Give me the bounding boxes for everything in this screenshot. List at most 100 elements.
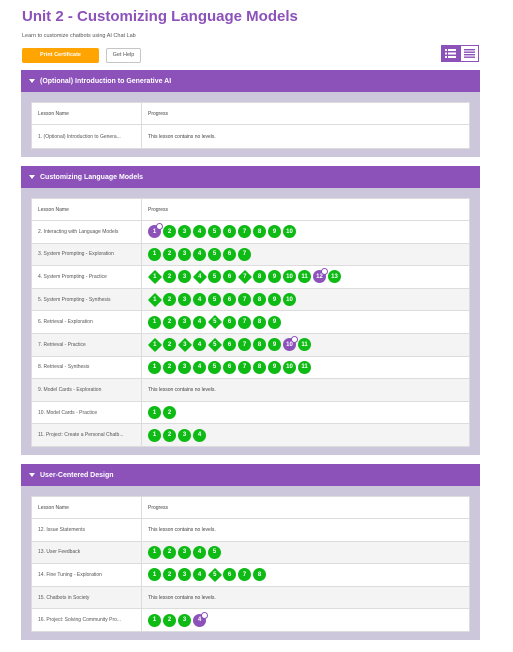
level-bubble[interactable]: 4 — [193, 338, 206, 352]
level-bubble[interactable]: 3 — [178, 225, 191, 239]
level-bubble[interactable]: 9 — [268, 270, 281, 284]
level-bubble[interactable]: 6 — [223, 270, 236, 284]
level-bubble[interactable]: 1 — [148, 613, 161, 627]
level-bubble[interactable]: 9 — [268, 225, 281, 239]
level-bubble[interactable]: 6 — [223, 360, 236, 374]
level-bubble[interactable]: 4 — [193, 225, 206, 239]
level-bubble[interactable]: 7 — [238, 293, 251, 307]
level-bubble[interactable]: 1 — [148, 428, 161, 442]
level-bubble[interactable]: 4 — [193, 247, 206, 261]
level-bubble[interactable]: 3 — [178, 360, 191, 374]
level-bubble[interactable]: 2 — [163, 338, 176, 352]
level-bubble[interactable]: 3 — [178, 315, 191, 329]
level-bubble[interactable]: 8 — [253, 225, 266, 239]
lesson-name[interactable]: 10. Model Cards - Practice — [31, 400, 142, 425]
level-bubble[interactable]: 3 — [178, 428, 191, 442]
level-diamond[interactable]: 4 — [192, 269, 207, 285]
level-diamond[interactable]: 3 — [177, 337, 192, 352]
level-bubble[interactable]: 5 — [208, 545, 221, 559]
level-bubble[interactable]: 1 — [148, 406, 161, 420]
level-bubble[interactable]: 4 — [193, 428, 206, 442]
summary-view-button[interactable] — [460, 45, 479, 62]
level-bubble[interactable]: 6 — [223, 568, 236, 582]
level-bubble[interactable]: 1 — [148, 360, 161, 374]
level-bubble[interactable]: 1 — [148, 315, 161, 329]
level-bubble[interactable]: 3 — [178, 545, 191, 559]
level-bubble[interactable]: 4 — [193, 315, 206, 329]
level-bubble[interactable]: 4 — [193, 545, 206, 559]
level-bubble[interactable]: 6 — [223, 338, 236, 352]
level-bubble[interactable]: 4 — [193, 360, 206, 374]
level-bubble[interactable]: 7 — [238, 568, 251, 582]
level-bubble[interactable]: 8 — [253, 315, 266, 329]
lesson-name[interactable]: 1. (Optional) Introduction to Genera... — [31, 124, 142, 149]
level-bubble[interactable]: 1 — [148, 568, 161, 582]
level-diamond[interactable]: 1 — [147, 292, 162, 307]
level-bubble[interactable]: 2 — [163, 315, 176, 329]
lesson-name[interactable]: 4. System Prompting - Practice — [31, 265, 142, 289]
level-bubble[interactable]: 7 — [238, 225, 251, 239]
level-bubble[interactable]: 1 — [148, 545, 161, 559]
level-bubble[interactable]: 2 — [163, 406, 176, 420]
level-bubble[interactable]: 1 — [148, 247, 161, 261]
level-bubble[interactable]: 11 — [298, 270, 311, 284]
lesson-name[interactable]: 15. Chatbots in Society — [31, 585, 142, 610]
level-bubble[interactable]: 2 — [163, 270, 176, 284]
level-bubble[interactable]: 5 — [208, 247, 221, 261]
level-bubble-in-progress[interactable]: 1 — [148, 223, 163, 239]
level-bubble[interactable]: 9 — [268, 315, 281, 329]
level-bubble[interactable]: 5 — [208, 360, 221, 374]
lesson-name[interactable]: 9. Model Cards - Exploration — [31, 378, 142, 402]
level-bubble[interactable]: 8 — [253, 338, 266, 352]
level-bubble[interactable]: 11 — [298, 338, 311, 352]
lesson-name[interactable]: 11. Project: Create a Personal Chatb... — [31, 423, 142, 447]
level-diamond[interactable]: 1 — [147, 269, 162, 285]
detail-view-button[interactable] — [441, 45, 460, 62]
level-bubble[interactable]: 8 — [253, 568, 266, 582]
level-diamond[interactable]: 5 — [207, 315, 222, 330]
level-bubble[interactable]: 5 — [208, 225, 221, 239]
level-bubble[interactable]: 6 — [223, 247, 236, 261]
level-bubble[interactable]: 6 — [223, 315, 236, 329]
level-bubble[interactable]: 9 — [268, 360, 281, 374]
level-bubble[interactable]: 9 — [268, 293, 281, 307]
lesson-name[interactable]: 3. System Prompting - Exploration — [31, 242, 142, 267]
lesson-name[interactable]: 13. User Feedback — [31, 540, 142, 565]
lesson-name[interactable]: 2. Interacting with Language Models — [31, 220, 142, 244]
level-bubble[interactable]: 9 — [268, 338, 281, 352]
level-bubble[interactable]: 8 — [253, 293, 266, 307]
level-bubble-in-progress[interactable]: 12 — [313, 268, 328, 284]
level-bubble[interactable]: 2 — [163, 545, 176, 559]
lesson-name[interactable]: 7. Retrieval - Practice — [31, 332, 142, 357]
level-bubble[interactable]: 6 — [223, 293, 236, 307]
level-bubble[interactable]: 2 — [163, 225, 176, 239]
level-bubble[interactable]: 10 — [283, 270, 296, 284]
lesson-name[interactable]: 14. Fine Tuning - Exploration — [31, 563, 142, 587]
level-bubble[interactable]: 8 — [253, 360, 266, 374]
level-bubble[interactable]: 10 — [283, 225, 296, 239]
level-bubble[interactable]: 3 — [178, 247, 191, 261]
level-bubble[interactable]: 3 — [178, 568, 191, 582]
section-header[interactable]: Customizing Language Models — [21, 166, 480, 188]
level-bubble[interactable]: 7 — [238, 338, 251, 352]
level-bubble[interactable]: 11 — [298, 360, 311, 374]
level-bubble[interactable]: 7 — [238, 315, 251, 329]
level-bubble[interactable]: 2 — [163, 293, 176, 307]
section-header[interactable]: User-Centered Design — [21, 464, 480, 486]
level-bubble[interactable]: 2 — [163, 360, 176, 374]
level-bubble[interactable]: 13 — [328, 270, 341, 284]
level-bubble[interactable]: 8 — [253, 270, 266, 284]
level-bubble[interactable]: 6 — [223, 225, 236, 239]
section-header[interactable]: (Optional) Introduction to Generative AI — [21, 70, 480, 92]
level-bubble[interactable]: 4 — [193, 293, 206, 307]
level-bubble[interactable]: 5 — [208, 270, 221, 284]
level-bubble[interactable]: 7 — [238, 360, 251, 374]
level-bubble[interactable]: 3 — [178, 613, 191, 627]
level-bubble[interactable]: 10 — [283, 293, 296, 307]
lesson-name[interactable]: 5. System Prompting - Synthesis — [31, 287, 142, 312]
lesson-name[interactable]: 16. Project: Solving Community Pro... — [31, 608, 142, 632]
level-bubble-in-progress[interactable]: 4 — [193, 611, 208, 627]
level-bubble[interactable]: 7 — [238, 247, 251, 261]
level-diamond[interactable]: 1 — [147, 337, 162, 352]
lesson-name[interactable]: 12. Issue Statements — [31, 518, 142, 542]
